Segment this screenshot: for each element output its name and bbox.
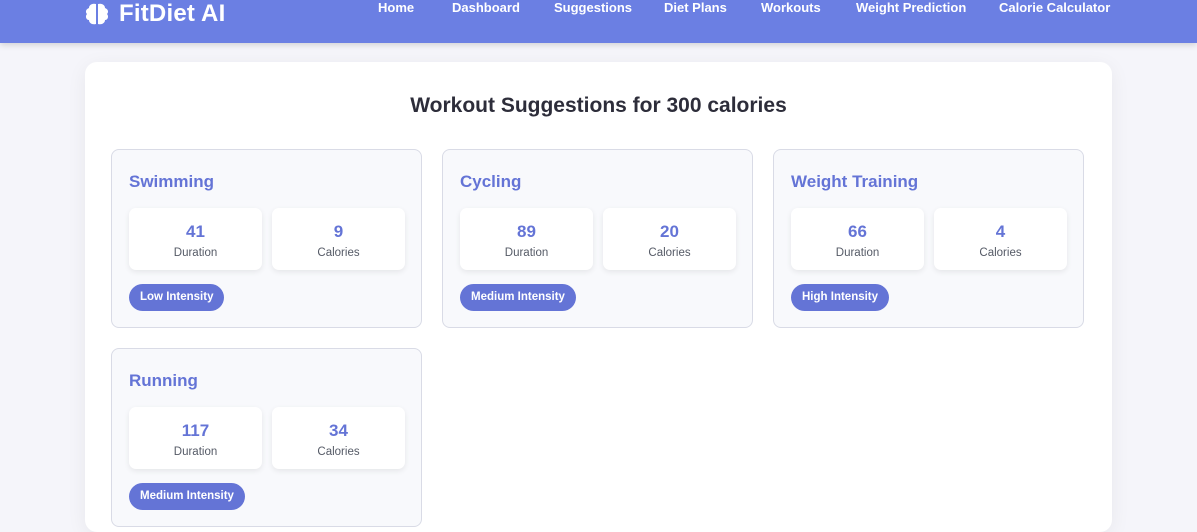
workout-card-cycling: Cycling 89 Duration 20 Calories Medium I… <box>442 149 753 328</box>
brain-icon <box>83 0 111 28</box>
duration-label: Duration <box>173 247 218 259</box>
duration-stat: 41 Duration <box>129 208 262 270</box>
page-title: Workout Suggestions for 300 calories <box>410 94 787 117</box>
workout-name: Weight Training <box>791 172 919 191</box>
nav-suggestions[interactable]: Suggestions <box>554 0 632 15</box>
intensity-badge: High Intensity <box>791 284 890 311</box>
duration-value: 66 <box>848 222 867 241</box>
nav-home[interactable]: Home <box>378 0 414 15</box>
calories-value: 34 <box>329 421 348 440</box>
intensity-badge: Low Intensity <box>129 284 225 311</box>
duration-stat: 117 Duration <box>129 407 262 469</box>
calories-stat: 4 Calories <box>934 208 1067 270</box>
calories-stat: 20 Calories <box>603 208 736 270</box>
nav-workouts[interactable]: Workouts <box>761 0 821 15</box>
calories-label: Calories <box>317 446 360 458</box>
workout-name: Running <box>129 371 198 390</box>
duration-label: Duration <box>835 247 880 259</box>
duration-label: Duration <box>504 247 549 259</box>
navbar: FitDiet AI Home Dashboard Suggestions Di… <box>0 0 1197 43</box>
duration-value: 89 <box>517 222 536 241</box>
workout-card-swimming: Swimming 41 Duration 9 Calories Low Inte… <box>111 149 422 328</box>
duration-label: Duration <box>173 446 218 458</box>
duration-stat: 89 Duration <box>460 208 593 270</box>
nav-calorie-calculator[interactable]: Calorie Calculator <box>999 0 1110 15</box>
calories-stat: 34 Calories <box>272 407 405 469</box>
workout-card-weight-training: Weight Training 66 Duration 4 Calories H… <box>773 149 1084 328</box>
calories-value: 9 <box>333 222 344 241</box>
calories-value: 4 <box>995 222 1006 241</box>
suggestions-card: Workout Suggestions for 300 calories Swi… <box>85 62 1112 532</box>
workout-name: Swimming <box>129 172 215 191</box>
duration-value: 117 <box>181 421 210 440</box>
intensity-badge: Medium Intensity <box>129 483 245 510</box>
calories-label: Calories <box>979 247 1022 259</box>
nav-dashboard[interactable]: Dashboard <box>452 0 520 15</box>
nav-weight-prediction[interactable]: Weight Prediction <box>856 0 966 15</box>
brand-name: FitDiet AI <box>119 0 226 27</box>
duration-stat: 66 Duration <box>791 208 924 270</box>
brand[interactable]: FitDiet AI <box>83 0 225 34</box>
calories-label: Calories <box>317 247 360 259</box>
duration-value: 41 <box>186 222 205 241</box>
calories-stat: 9 Calories <box>272 208 405 270</box>
nav-diet-plans[interactable]: Diet Plans <box>664 0 727 15</box>
calories-value: 20 <box>660 222 679 241</box>
workout-card-running: Running 117 Duration 34 Calories Medium … <box>111 348 422 527</box>
intensity-badge: Medium Intensity <box>460 284 576 311</box>
workout-name: Cycling <box>460 172 522 191</box>
calories-label: Calories <box>648 247 691 259</box>
